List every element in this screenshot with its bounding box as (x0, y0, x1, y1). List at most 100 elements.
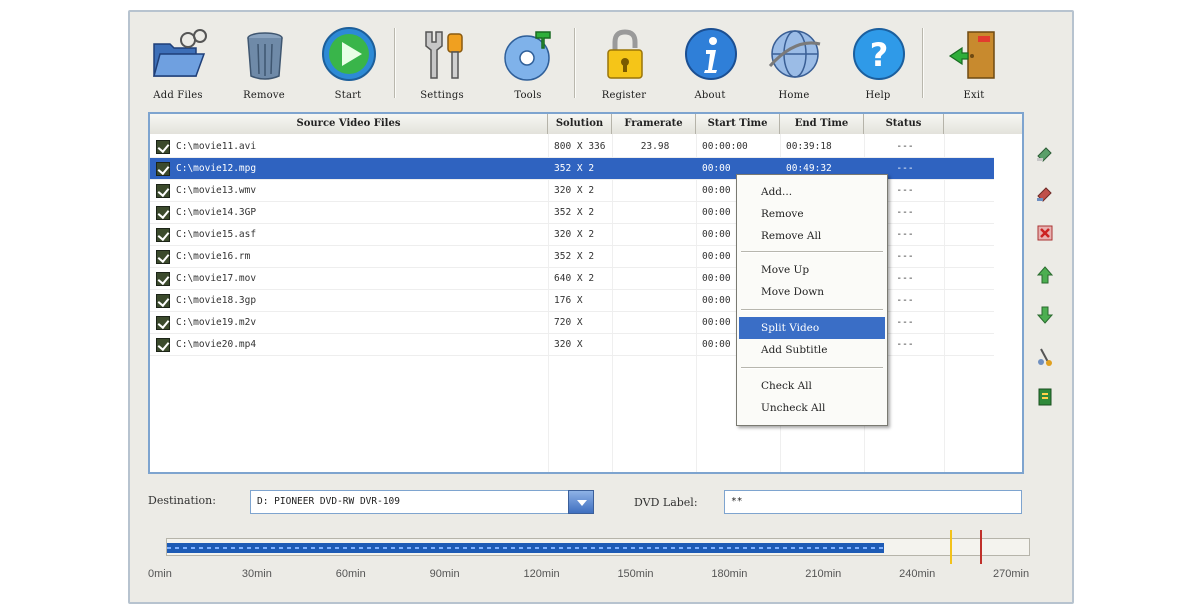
cell-start-time: 00:00:00 (702, 141, 748, 152)
cell-file-path: C:\movie17.mov (176, 273, 257, 284)
row-checkbox[interactable] (156, 162, 170, 176)
column-source-files[interactable]: Source Video Files (150, 114, 548, 134)
capacity-dash (167, 547, 885, 549)
cell-file-path: C:\movie16.rm (176, 251, 251, 262)
toolbar: Add Files Remove Start Settings Tools Re… (138, 20, 1068, 114)
dvd-label-input[interactable]: ** (724, 490, 1022, 514)
side-move-down-button[interactable] (1034, 304, 1056, 326)
toolbar-separator (922, 28, 924, 98)
capacity-tick-label: 180min (711, 568, 748, 580)
remove-button[interactable]: Remove (224, 20, 304, 112)
add-files-label: Add Files (153, 90, 203, 101)
row-checkbox[interactable] (156, 250, 170, 264)
cell-solution: 352 X 2 (554, 163, 595, 174)
row-checkbox[interactable] (156, 316, 170, 330)
cell-solution: 640 X 2 (554, 273, 595, 284)
table-row[interactable]: C:\movie11.avi 800 X 336 23.98 00:00:00 00:3… (150, 136, 994, 158)
row-checkbox[interactable] (156, 228, 170, 242)
capacity-tick-label: 90min (429, 568, 460, 580)
settings-button[interactable]: Settings (402, 20, 482, 112)
menu-split-video[interactable]: Split Video (739, 317, 885, 339)
row-checkbox[interactable] (156, 272, 170, 286)
home-button[interactable]: Home (754, 20, 834, 112)
help-button[interactable]: ? Help (838, 20, 918, 112)
capacity-tick-label: 240min (899, 568, 936, 580)
exit-label: Exit (963, 90, 985, 101)
side-split-button[interactable] (1034, 346, 1056, 368)
cell-solution: 320 X (554, 339, 583, 350)
disc-capacity-bar: 0min 30min 60min 90min 120min 150min 180min 210… (148, 528, 1048, 592)
cell-file-path: C:\movie18.3gp (176, 295, 257, 306)
column-status[interactable]: Status (864, 114, 944, 134)
cell-end-time: 00:39:18 (786, 141, 832, 152)
file-list[interactable]: Source Video Files Solution Framerate St… (148, 112, 1024, 474)
row-checkbox[interactable] (156, 338, 170, 352)
capacity-tick-label: 30min (241, 568, 272, 580)
cell-framerate (616, 334, 694, 356)
menu-add-subtitle[interactable]: Add Subtitle (739, 339, 885, 361)
menu-separator (741, 367, 883, 369)
capacity-tick-label: 150min (617, 568, 654, 580)
disc-tools-icon (504, 31, 551, 81)
row-checkbox[interactable] (156, 206, 170, 220)
cell-solution: 320 X 2 (554, 229, 595, 240)
toolbar-separator (394, 28, 396, 98)
cell-framerate: 23.98 (640, 141, 670, 152)
menu-remove-all[interactable]: Remove All (739, 225, 885, 247)
cell-file-path: C:\movie14.3GP (176, 207, 257, 218)
menu-remove[interactable]: Remove (739, 203, 885, 225)
capacity-tick-label: 210min (805, 568, 842, 580)
move-up-icon (1036, 266, 1054, 284)
start-label: Start (334, 90, 362, 101)
capacity-track (166, 538, 1030, 556)
column-end-time[interactable]: End Time (780, 114, 864, 134)
column-solution[interactable]: Solution (548, 114, 612, 134)
side-subtitle-button[interactable] (1034, 386, 1056, 408)
subtitle-icon (1038, 388, 1052, 406)
capacity-tick-label: 0min (148, 568, 172, 580)
wrench-icon (425, 31, 463, 79)
start-button[interactable]: Start (308, 20, 388, 112)
side-edit-button[interactable] (1034, 182, 1056, 204)
menu-separator (741, 309, 883, 311)
menu-move-up[interactable]: Move Up (739, 259, 885, 281)
add-item-icon (1037, 147, 1052, 162)
add-files-button[interactable]: Add Files (138, 20, 218, 112)
tools-label: Tools (514, 90, 542, 101)
folder-open-icon (153, 29, 207, 77)
side-add-button[interactable] (1034, 142, 1056, 164)
dvd-label-label: DVD Label: (634, 496, 698, 509)
column-start-time[interactable]: Start Time (696, 114, 780, 134)
destination-select[interactable]: D: PIONEER DVD-RW DVR-109 (250, 490, 594, 514)
tools-button[interactable]: Tools (488, 20, 568, 112)
row-checkbox[interactable] (156, 140, 170, 154)
register-button[interactable]: Register (584, 20, 664, 112)
row-checkbox[interactable] (156, 294, 170, 308)
padlock-icon (607, 29, 643, 79)
menu-move-down[interactable]: Move Down (739, 281, 885, 303)
capacity-tick-label: 270min (993, 568, 1030, 580)
destination-dropdown-button[interactable] (568, 490, 594, 514)
menu-check-all[interactable]: Check All (739, 375, 885, 397)
move-down-icon (1036, 306, 1054, 324)
cell-solution: 720 X (554, 317, 583, 328)
side-move-up-button[interactable] (1034, 264, 1056, 286)
exit-button[interactable]: Exit (934, 20, 1014, 112)
split-icon (1038, 348, 1052, 366)
play-icon (322, 27, 376, 81)
exit-door-icon (948, 31, 995, 79)
column-filler (944, 114, 1022, 134)
column-framerate[interactable]: Framerate (612, 114, 696, 134)
help-label: Help (865, 90, 891, 101)
row-checkbox[interactable] (156, 184, 170, 198)
side-delete-button[interactable] (1034, 222, 1056, 244)
register-label: Register (601, 90, 647, 101)
about-button[interactable]: About (670, 20, 750, 112)
cell-file-path: C:\movie20.mp4 (176, 339, 257, 350)
trash-can-icon (247, 32, 283, 80)
cell-framerate (616, 202, 694, 224)
cell-framerate (616, 268, 694, 290)
cell-solution: 176 X (554, 295, 583, 306)
menu-uncheck-all[interactable]: Uncheck All (739, 397, 885, 419)
menu-add[interactable]: Add... (739, 181, 885, 203)
